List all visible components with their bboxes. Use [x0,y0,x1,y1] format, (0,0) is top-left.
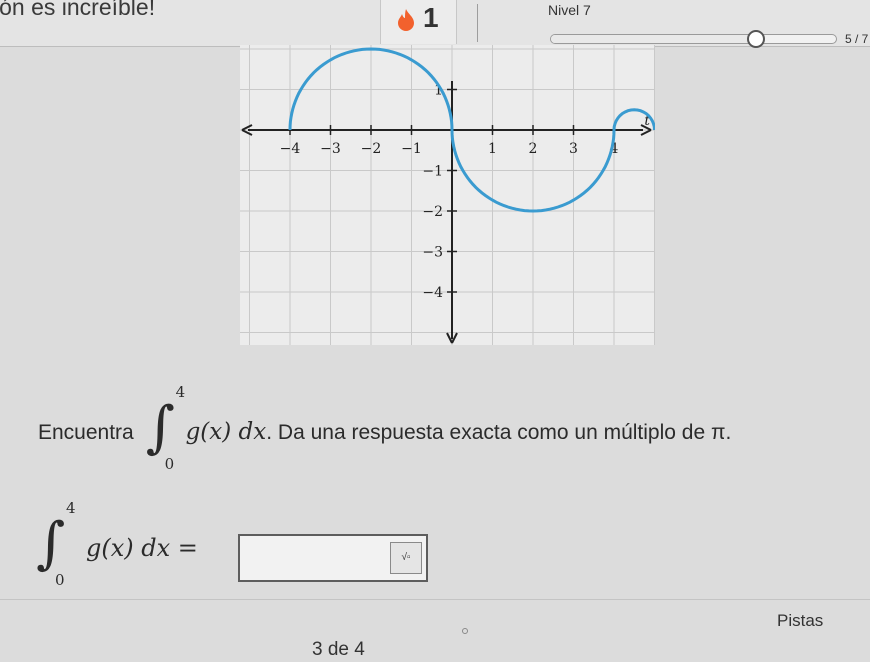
progress-knob [746,30,765,48]
footer-divider [0,599,870,600]
hints-button[interactable]: Pistas [777,611,823,631]
function-graph: −4 −3 −2 −1 1 2 3 4 1 −1 −2 −3 −4 t [240,45,655,345]
question-suffix: . Da una respuesta exacta como un múltip… [266,421,732,444]
question-integrand: g(x) dx [185,419,267,445]
integral-lower-limit: 0 [55,571,65,589]
y-tick-label: −1 [422,164,443,180]
y-tick-label: −3 [422,245,443,261]
progress-count: 5 / 7 [845,32,869,46]
integral-upper-limit: 4 [175,383,186,402]
x-tick-label: −3 [320,141,341,157]
question-prefix: Encuentra [38,421,134,444]
answer-input[interactable] [246,536,390,578]
level-progress-bar [550,30,837,48]
x-tick-label: 1 [488,141,497,157]
answer-row: ∫ 4 0 g(x) dx = √▫ [30,500,870,600]
x-tick-label: −4 [280,141,301,157]
question-prompt: Encuentra ∫ 4 0 g(x) dx. Da una respuest… [38,383,732,480]
header-divider [477,4,478,42]
progress-fill [551,35,755,43]
flame-icon [398,9,414,31]
answer-field[interactable]: √▫ [238,534,428,582]
streak-count: 1 [423,2,439,33]
x-tick-label: −1 [401,141,422,157]
top-bar: ión es increíble! 1 Nivel 7 5 / 7 [0,0,870,48]
y-tick-label: −4 [422,285,443,301]
level-label: Nivel 7 [548,2,591,18]
integral-sign: ∫ [145,395,175,461]
streak-counter: 1 [380,0,457,44]
integral-lower-limit: 0 [164,455,175,474]
x-tick-label: 2 [529,141,538,157]
x-tick-label: 3 [569,141,578,157]
question-integral: ∫ 4 0 [140,383,186,480]
answer-integral: ∫ 4 0 [30,499,76,596]
integral-upper-limit: 4 [66,499,76,517]
x-tick-label: −2 [361,141,382,157]
feedback-message: ión es increíble! [0,0,156,20]
answer-lhs: g(x) dx = [86,534,198,562]
math-keypad-icon: √▫ [401,552,411,563]
status-dot-icon [462,628,468,634]
graph-canvas: −4 −3 −2 −1 1 2 3 41−1−2−3−4t [240,45,655,345]
math-keypad-button[interactable]: √▫ [390,542,422,574]
integral-sign: ∫ [36,511,66,576]
question-pager: 3 de 4 [312,639,365,660]
y-tick-label: −2 [422,204,443,220]
